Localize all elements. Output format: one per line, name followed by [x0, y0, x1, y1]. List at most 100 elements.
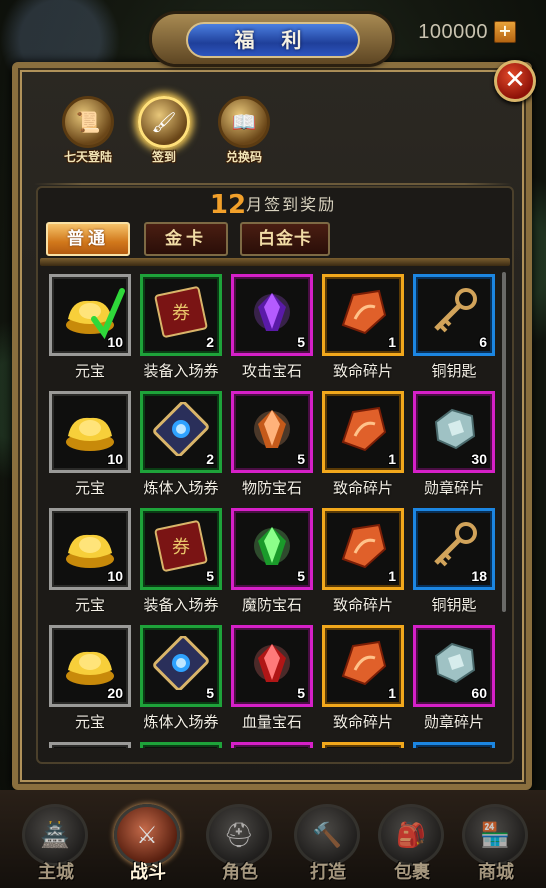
reward-slot[interactable]: 1: [322, 508, 404, 590]
scrollbar[interactable]: [502, 272, 506, 612]
reward-slot[interactable]: 10: [49, 508, 131, 590]
reward-cell[interactable]: [44, 738, 132, 748]
reward-cell[interactable]: 1 致命碎片: [317, 504, 405, 616]
reward-cell[interactable]: 20 元宝: [44, 621, 132, 733]
nav-item[interactable]: ⛑ 角色: [200, 800, 280, 888]
main-city-icon: 🏯: [22, 804, 88, 866]
reward-slot[interactable]: 10: [49, 391, 131, 473]
reward-name: 铜钥匙: [431, 596, 477, 614]
tab-seven-day-login[interactable]: 📜 七天登陆: [50, 88, 130, 168]
reward-slot[interactable]: 1: [322, 274, 404, 356]
reward-slot[interactable]: 券2: [140, 274, 222, 356]
reward-cell[interactable]: 6 铜钥匙: [408, 270, 496, 382]
reward-cell[interactable]: 5 攻击宝石: [226, 270, 314, 382]
reward-slot[interactable]: 5: [231, 391, 313, 473]
tab-platinum-card[interactable]: 白金卡: [240, 222, 330, 256]
battle-axes-icon: ⚔: [114, 804, 180, 866]
reward-grid[interactable]: 10 元宝券 2 装备入场券 5 攻击宝石 1 致命碎片 6 铜钥匙 10 元宝 2 炼体入场券 5 物防宝石…: [44, 270, 506, 748]
reward-cell[interactable]: 10 元宝: [44, 387, 132, 499]
reward-slot[interactable]: 1: [322, 625, 404, 707]
reward-cell[interactable]: 10 元宝: [44, 270, 132, 382]
equipment-ticket-icon: 券: [154, 520, 208, 572]
reward-cell[interactable]: [226, 738, 314, 748]
red-gem-icon: [254, 644, 290, 682]
svg-text:券: 券: [172, 537, 190, 558]
reward-slot[interactable]: 10: [49, 274, 131, 356]
reward-slot[interactable]: [231, 742, 313, 748]
reward-cell[interactable]: 券 5 装备入场券: [135, 504, 223, 616]
reward-slot[interactable]: 2: [140, 391, 222, 473]
reward-cell[interactable]: 18 铜钥匙: [408, 504, 496, 616]
reward-quantity: 18: [471, 568, 487, 584]
checkmark-icon: [91, 288, 125, 340]
reward-slot[interactable]: 20: [49, 625, 131, 707]
reward-slot[interactable]: 5: [231, 508, 313, 590]
reward-quantity: 1: [388, 568, 396, 584]
reward-name: 致命碎片: [332, 596, 393, 614]
tab-sign-in[interactable]: 🖌 签到: [126, 88, 206, 168]
gold-ingot-icon: [66, 534, 114, 568]
reward-cell[interactable]: 5 炼体入场券: [135, 621, 223, 733]
nav-label: 打造: [310, 862, 346, 883]
reward-slot[interactable]: 30: [413, 391, 495, 473]
nav-item[interactable]: 🎒 包裹: [372, 800, 452, 888]
reward-cell[interactable]: 5 物防宝石: [226, 387, 314, 499]
reward-quantity: 30: [471, 451, 487, 467]
nav-item[interactable]: ⚔ 战斗: [108, 800, 188, 888]
nav-item[interactable]: 🏯 主城: [16, 800, 96, 888]
tab-label: 签到: [151, 150, 176, 164]
tab-gold-card[interactable]: 金卡: [144, 222, 228, 256]
forge-hammer-icon: 🔨: [294, 804, 360, 866]
fragment-icon: [341, 289, 387, 335]
reward-slot[interactable]: 6: [413, 274, 495, 356]
reward-slot[interactable]: [49, 742, 131, 748]
reward-name: 元宝: [74, 596, 105, 614]
reward-cell[interactable]: [317, 738, 405, 748]
reward-slot[interactable]: [140, 742, 222, 748]
reward-quantity: 1: [388, 451, 396, 467]
reward-quantity: 20: [107, 685, 123, 701]
nav-item[interactable]: 🔨 打造: [288, 800, 368, 888]
reward-cell[interactable]: 5 魔防宝石: [226, 504, 314, 616]
section-title-suffix: 月签到奖励: [246, 195, 337, 214]
reward-slot[interactable]: 18: [413, 508, 495, 590]
close-icon[interactable]: ✕: [494, 60, 536, 102]
reward-cell[interactable]: 1 致命碎片: [317, 621, 405, 733]
reward-name: 勋章碎片: [423, 713, 484, 731]
plus-icon[interactable]: +: [494, 21, 516, 43]
reward-slot[interactable]: 5: [140, 625, 222, 707]
reward-slot[interactable]: 1: [322, 391, 404, 473]
tab-normal[interactable]: 普通: [46, 222, 130, 256]
reward-slot[interactable]: 券5: [140, 508, 222, 590]
reward-cell[interactable]: 1 致命碎片: [317, 387, 405, 499]
reward-quantity: 1: [388, 685, 396, 701]
nav-item[interactable]: 🏪 商城: [456, 800, 536, 888]
medal-fragment-icon: [434, 408, 476, 450]
character-helmet-icon: ⛑: [206, 804, 272, 866]
reward-name: 攻击宝石: [241, 362, 302, 380]
reward-slot[interactable]: 5: [231, 625, 313, 707]
reward-cell[interactable]: 5 血量宝石: [226, 621, 314, 733]
bag-icon: 🎒: [378, 804, 444, 866]
reward-name: 炼体入场券: [143, 713, 219, 731]
reward-slot[interactable]: [322, 742, 404, 748]
refining-ticket-icon: [153, 402, 209, 456]
reward-cell[interactable]: 60 勋章碎片: [408, 621, 496, 733]
reward-cell[interactable]: 2 炼体入场券: [135, 387, 223, 499]
reward-cell[interactable]: 1 致命碎片: [317, 270, 405, 382]
reward-cell[interactable]: [135, 738, 223, 748]
gold-ingot-icon: [66, 651, 114, 685]
reward-cell[interactable]: 30 勋章碎片: [408, 387, 496, 499]
reward-slot[interactable]: 5: [231, 274, 313, 356]
reward-cell[interactable]: [408, 738, 496, 748]
reward-quantity: 5: [297, 451, 305, 467]
reward-quantity: 60: [471, 685, 487, 701]
reward-name: 致命碎片: [332, 479, 393, 497]
reward-slot[interactable]: 60: [413, 625, 495, 707]
reward-cell[interactable]: 10 元宝: [44, 504, 132, 616]
reward-slot[interactable]: [413, 742, 495, 748]
tab-redeem-code[interactable]: 📖 兑换码: [206, 88, 286, 168]
reward-name: 铜钥匙: [431, 362, 477, 380]
reward-cell[interactable]: 券 2 装备入场券: [135, 270, 223, 382]
tab-label: 兑换码: [225, 150, 262, 164]
